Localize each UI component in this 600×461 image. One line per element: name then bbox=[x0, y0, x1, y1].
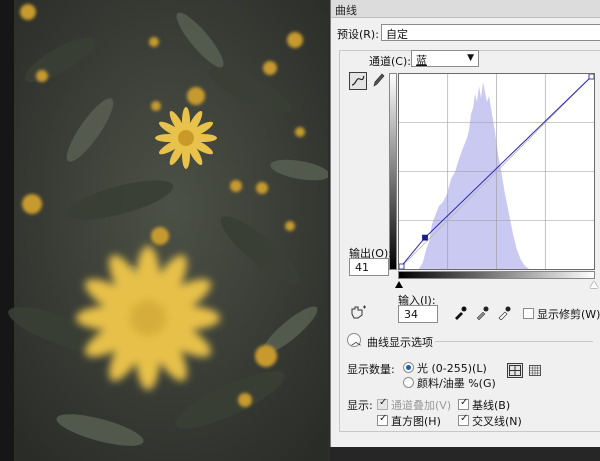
channel-select[interactable]: 蓝 ▼ bbox=[411, 50, 479, 67]
black-point-slider[interactable] bbox=[395, 281, 403, 288]
intersection-label: 交叉线(N) bbox=[472, 415, 522, 428]
input-field[interactable]: 34 bbox=[398, 305, 438, 323]
show-amount-label: 显示数量: bbox=[347, 363, 395, 376]
input-gradient bbox=[398, 271, 595, 279]
curve-icon bbox=[351, 75, 365, 86]
curves-dialog: 曲线 预设(R): 自定 通道(C): 蓝 ▼ 输出(O): 41 输入(I):… bbox=[330, 0, 600, 461]
chevron-down-icon: ▼ bbox=[467, 53, 474, 63]
curve-point[interactable] bbox=[588, 74, 594, 80]
white-eyedropper-icon bbox=[498, 306, 511, 320]
hand-tool-button[interactable] bbox=[349, 304, 367, 320]
output-field[interactable]: 41 bbox=[349, 258, 389, 276]
curve-point[interactable] bbox=[399, 263, 405, 269]
image-canvas[interactable] bbox=[0, 0, 328, 461]
output-value: 41 bbox=[355, 261, 369, 274]
display-options-toggle[interactable]: ︿ bbox=[347, 333, 361, 348]
intersection-checkbox[interactable] bbox=[458, 413, 469, 426]
grid-detail-button[interactable] bbox=[528, 364, 542, 377]
preset-label: 预设(R): bbox=[337, 28, 379, 41]
input-value: 34 bbox=[404, 308, 418, 321]
channel-value: 蓝 bbox=[416, 54, 427, 67]
gray-eyedropper-button[interactable] bbox=[475, 306, 489, 320]
hand-icon bbox=[351, 305, 366, 319]
flower-photo bbox=[0, 0, 328, 461]
pigment-label: 颜料/油墨 %(G) bbox=[417, 377, 496, 390]
dialog-titlebar[interactable]: 曲线 bbox=[331, 0, 600, 18]
channel-label: 通道(C): bbox=[369, 55, 411, 68]
black-eyedropper-icon bbox=[455, 306, 467, 320]
panel-strip bbox=[330, 447, 600, 461]
gray-eyedropper-icon bbox=[476, 306, 489, 320]
display-options-label: 曲线显示选项 bbox=[367, 336, 433, 349]
dialog-title: 曲线 bbox=[335, 4, 357, 17]
histogram-label: 直方图(H) bbox=[391, 415, 441, 428]
divider bbox=[435, 341, 593, 342]
curve-graph[interactable] bbox=[398, 73, 595, 270]
show-label: 显示: bbox=[347, 399, 373, 412]
pencil-tool-button[interactable] bbox=[371, 72, 385, 88]
baseline-label: 基线(B) bbox=[472, 399, 511, 412]
histogram bbox=[399, 82, 529, 269]
preset-select[interactable]: 自定 bbox=[381, 24, 600, 41]
chevron-up-icon: ︿ bbox=[351, 337, 361, 348]
show-clipping-checkbox[interactable] bbox=[523, 308, 534, 319]
pencil-icon bbox=[373, 73, 385, 87]
curve-tool-button[interactable] bbox=[349, 72, 367, 90]
curve-point-selected[interactable] bbox=[422, 234, 428, 241]
channel-overlay-label: 通道叠加(V) bbox=[391, 399, 452, 412]
black-eyedropper-button[interactable] bbox=[453, 306, 467, 320]
white-point-slider[interactable] bbox=[590, 281, 598, 288]
channel-overlay-checkbox[interactable] bbox=[377, 397, 388, 410]
grid-4-icon bbox=[509, 365, 521, 376]
light-radio[interactable] bbox=[403, 362, 414, 373]
light-label: 光 (0-255)(L) bbox=[417, 362, 487, 375]
pigment-radio[interactable] bbox=[403, 377, 414, 388]
grid-10-icon bbox=[529, 365, 541, 376]
show-clipping-label: 显示修剪(W) bbox=[537, 308, 600, 321]
white-eyedropper-button[interactable] bbox=[497, 306, 511, 320]
output-gradient bbox=[389, 73, 397, 270]
preset-value: 自定 bbox=[386, 28, 408, 41]
histogram-checkbox[interactable] bbox=[377, 413, 388, 426]
grid-simple-button[interactable] bbox=[507, 363, 523, 378]
baseline-checkbox[interactable] bbox=[458, 397, 469, 410]
